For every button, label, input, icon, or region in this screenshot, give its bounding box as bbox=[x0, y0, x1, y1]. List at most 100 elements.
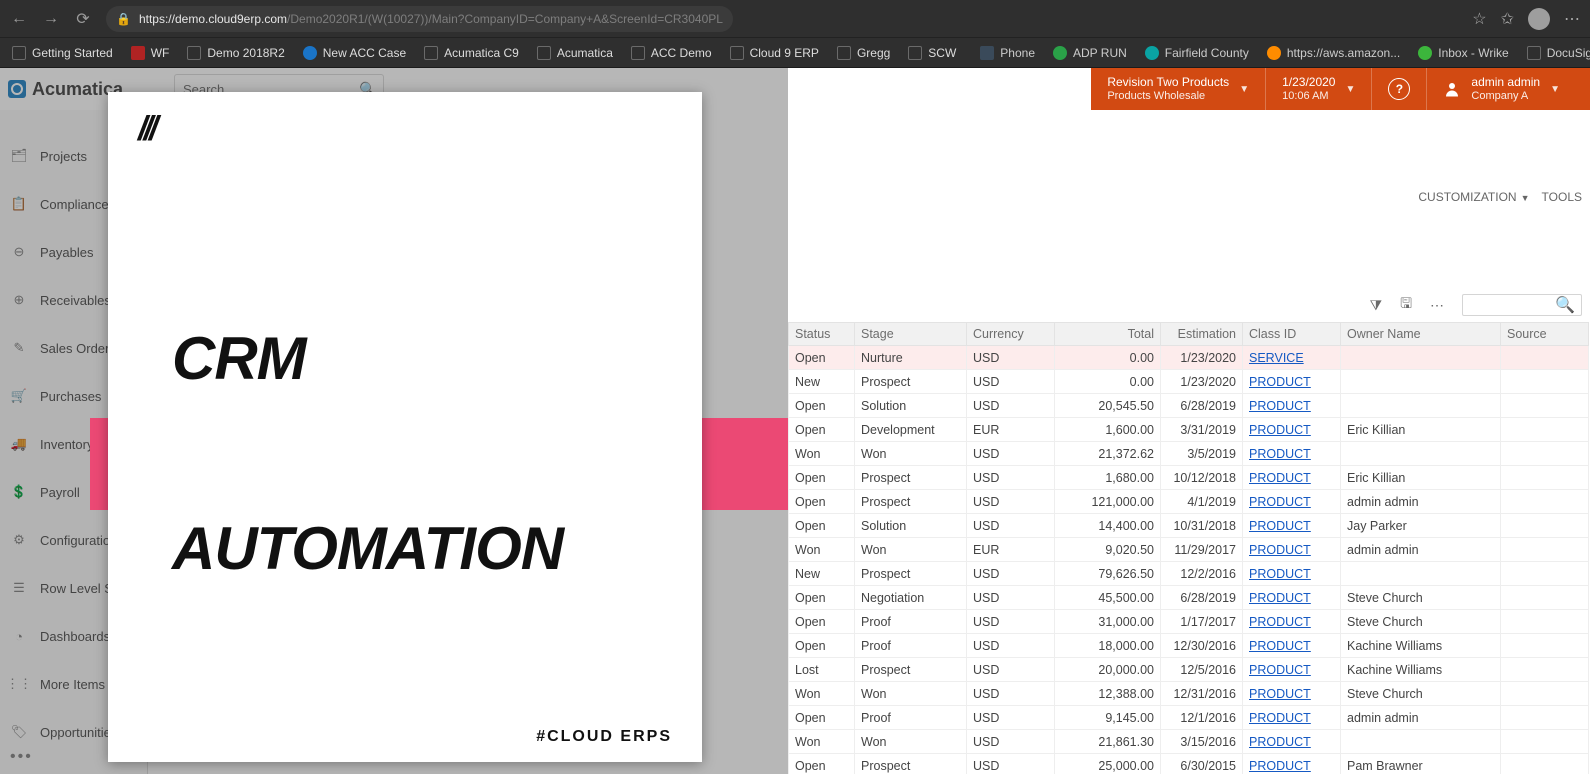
tools-menu[interactable]: TOOLS bbox=[1542, 190, 1582, 204]
table-row[interactable]: WonWonUSD21,861.303/15/2016PRODUCT bbox=[789, 730, 1589, 754]
grid-toolbar: ⧩ 🖫 ⋯ 🔍 bbox=[1370, 288, 1582, 322]
profile-avatar[interactable] bbox=[1528, 8, 1550, 30]
star-icon[interactable]: ☆ bbox=[1472, 9, 1486, 29]
class-id-link[interactable]: PRODUCT bbox=[1243, 514, 1341, 538]
projects-icon: 🗂 bbox=[10, 147, 28, 165]
sales-icon: ✎ bbox=[10, 339, 28, 357]
table-row[interactable]: WonWonUSD12,388.0012/31/2016PRODUCTSteve… bbox=[789, 682, 1589, 706]
table-row[interactable]: OpenProofUSD9,145.0012/1/2016PRODUCTadmi… bbox=[789, 706, 1589, 730]
bookmark-item[interactable]: ACC Demo bbox=[625, 44, 718, 62]
slide-overlay: /// CRM AUTOMATION #CLOUD ERPS bbox=[108, 92, 702, 762]
bookmark-item[interactable]: WF bbox=[125, 44, 176, 62]
slide-line-1: CRM bbox=[172, 324, 306, 393]
opportunities-grid[interactable]: Status Stage Currency Total Estimation C… bbox=[788, 322, 1589, 774]
app-shell: Acumatica 🔍 Revision Two ProductsProduct… bbox=[0, 68, 1590, 774]
context-header: Revision Two ProductsProducts Wholesale … bbox=[1091, 68, 1590, 110]
class-id-link[interactable]: PRODUCT bbox=[1243, 538, 1341, 562]
class-id-link[interactable]: PRODUCT bbox=[1243, 682, 1341, 706]
class-id-link[interactable]: PRODUCT bbox=[1243, 730, 1341, 754]
bookmark-item[interactable]: New ACC Case bbox=[297, 44, 412, 62]
payables-icon: ⊖ bbox=[10, 243, 28, 261]
grid-area: ⧩ 🖫 ⋯ 🔍 Status Stage Currency Total Esti… bbox=[788, 288, 1590, 774]
table-row[interactable]: OpenProspectUSD1,680.0010/12/2018PRODUCT… bbox=[789, 466, 1589, 490]
class-id-link[interactable]: PRODUCT bbox=[1243, 706, 1341, 730]
table-row[interactable]: NewProspectUSD0.001/23/2020PRODUCT bbox=[789, 370, 1589, 394]
bookmark-item[interactable]: Gregg bbox=[831, 44, 896, 62]
slide-logo: /// bbox=[138, 110, 154, 149]
class-id-link[interactable]: PRODUCT bbox=[1243, 394, 1341, 418]
inventory-icon: 🚚 bbox=[10, 435, 28, 453]
user-icon bbox=[1443, 80, 1461, 98]
bookmarks-bar: Getting Started WF Demo 2018R2 New ACC C… bbox=[0, 38, 1590, 68]
table-row[interactable]: WonWonUSD21,372.623/5/2019PRODUCT bbox=[789, 442, 1589, 466]
screen-toolbar: CUSTOMIZATION▼ TOOLS bbox=[1418, 182, 1582, 212]
class-id-link[interactable]: PRODUCT bbox=[1243, 562, 1341, 586]
chevron-down-icon: ▼ bbox=[1550, 84, 1560, 95]
help-icon: ? bbox=[1388, 78, 1410, 100]
receivables-icon: ⊕ bbox=[10, 291, 28, 309]
table-row[interactable]: OpenNegotiationUSD45,500.006/28/2019PROD… bbox=[789, 586, 1589, 610]
class-id-link[interactable]: PRODUCT bbox=[1243, 586, 1341, 610]
reload-button[interactable]: ⟳ bbox=[74, 9, 92, 29]
help-button[interactable]: ? bbox=[1371, 68, 1426, 110]
tenant-selector[interactable]: Revision Two ProductsProducts Wholesale … bbox=[1091, 68, 1265, 110]
bookmark-item[interactable]: Cloud 9 ERP bbox=[724, 44, 825, 62]
url-text: https://demo.cloud9erp.com/Demo2020R1/(W… bbox=[139, 12, 723, 26]
class-id-link[interactable]: PRODUCT bbox=[1243, 466, 1341, 490]
bookmark-item[interactable]: SCW bbox=[902, 44, 962, 62]
business-date[interactable]: 1/23/202010:06 AM ▼ bbox=[1265, 68, 1371, 110]
favorites-icon[interactable]: ✩ bbox=[1501, 9, 1514, 29]
class-id-link[interactable]: PRODUCT bbox=[1243, 490, 1341, 514]
tag-icon: 🏷 bbox=[10, 723, 28, 741]
class-id-link[interactable]: PRODUCT bbox=[1243, 418, 1341, 442]
class-id-link[interactable]: PRODUCT bbox=[1243, 658, 1341, 682]
grid-more-icon[interactable]: ⋯ bbox=[1430, 297, 1444, 314]
bookmark-item[interactable]: ADP RUN bbox=[1047, 44, 1133, 62]
class-id-link[interactable]: PRODUCT bbox=[1243, 754, 1341, 774]
bookmark-item[interactable]: Getting Started bbox=[6, 44, 119, 62]
table-row[interactable]: WonWonEUR9,020.5011/29/2017PRODUCTadmin … bbox=[789, 538, 1589, 562]
purchases-icon: 🛒 bbox=[10, 387, 28, 405]
customization-menu[interactable]: CUSTOMIZATION▼ bbox=[1418, 190, 1529, 204]
table-row[interactable]: OpenProofUSD31,000.001/17/2017PRODUCTSte… bbox=[789, 610, 1589, 634]
url-bar[interactable]: 🔒 https://demo.cloud9erp.com/Demo2020R1/… bbox=[106, 6, 733, 32]
class-id-link[interactable]: PRODUCT bbox=[1243, 634, 1341, 658]
bookmark-item[interactable]: Demo 2018R2 bbox=[181, 44, 290, 62]
bookmark-item[interactable]: Acumatica bbox=[531, 44, 619, 62]
table-row[interactable]: NewProspectUSD79,626.5012/2/2016PRODUCT bbox=[789, 562, 1589, 586]
browser-chrome: ← → ⟳ 🔒 https://demo.cloud9erp.com/Demo2… bbox=[0, 0, 1590, 38]
class-id-link[interactable]: PRODUCT bbox=[1243, 610, 1341, 634]
more-icon[interactable]: ⋯ bbox=[1564, 9, 1580, 29]
table-row[interactable]: OpenSolutionUSD14,400.0010/31/2018PRODUC… bbox=[789, 514, 1589, 538]
table-row[interactable]: OpenDevelopmentEUR1,600.003/31/2019PRODU… bbox=[789, 418, 1589, 442]
slide-hashtag: #CLOUD ERPS bbox=[536, 728, 672, 746]
class-id-link[interactable]: PRODUCT bbox=[1243, 442, 1341, 466]
bookmark-item[interactable]: Phone bbox=[974, 44, 1041, 62]
class-id-link[interactable]: SERVICE bbox=[1243, 346, 1341, 370]
table-row[interactable]: OpenProofUSD18,000.0012/30/2016PRODUCTKa… bbox=[789, 634, 1589, 658]
grid-search[interactable]: 🔍 bbox=[1462, 294, 1582, 316]
bookmark-item[interactable]: Fairfield County bbox=[1139, 44, 1255, 62]
table-row[interactable]: LostProspectUSD20,000.0012/5/2016PRODUCT… bbox=[789, 658, 1589, 682]
sidebar-ellipsis-button[interactable]: ••• bbox=[10, 748, 33, 766]
forward-button[interactable]: → bbox=[42, 10, 60, 28]
class-id-link[interactable]: PRODUCT bbox=[1243, 370, 1341, 394]
chevron-down-icon: ▼ bbox=[1345, 84, 1355, 95]
export-icon[interactable]: 🖫 bbox=[1400, 293, 1412, 317]
bookmark-item[interactable]: https://aws.amazon... bbox=[1261, 44, 1406, 62]
back-button[interactable]: ← bbox=[10, 10, 28, 28]
table-row[interactable]: OpenSolutionUSD20,545.506/28/2019PRODUCT bbox=[789, 394, 1589, 418]
table-row[interactable]: OpenProspectUSD121,000.004/1/2019PRODUCT… bbox=[789, 490, 1589, 514]
config-icon: ⚙ bbox=[10, 531, 28, 549]
filter-icon[interactable]: ⧩ bbox=[1370, 297, 1383, 314]
bookmark-item[interactable]: Inbox - Wrike bbox=[1412, 44, 1514, 62]
bookmark-item[interactable]: DocuSign bbox=[1521, 44, 1590, 62]
compliance-icon: 📋 bbox=[10, 195, 28, 213]
bookmark-item[interactable]: Acumatica C9 bbox=[418, 44, 525, 62]
table-row[interactable]: OpenNurtureUSD0.001/23/2020SERVICE bbox=[789, 346, 1589, 370]
search-icon: 🔍 bbox=[1555, 295, 1575, 315]
dashboard-icon: ◔ bbox=[10, 627, 28, 645]
grid-header-row[interactable]: Status Stage Currency Total Estimation C… bbox=[789, 323, 1589, 346]
user-menu[interactable]: admin adminCompany A ▼ bbox=[1426, 68, 1576, 110]
table-row[interactable]: OpenProspectUSD25,000.006/30/2015PRODUCT… bbox=[789, 754, 1589, 774]
